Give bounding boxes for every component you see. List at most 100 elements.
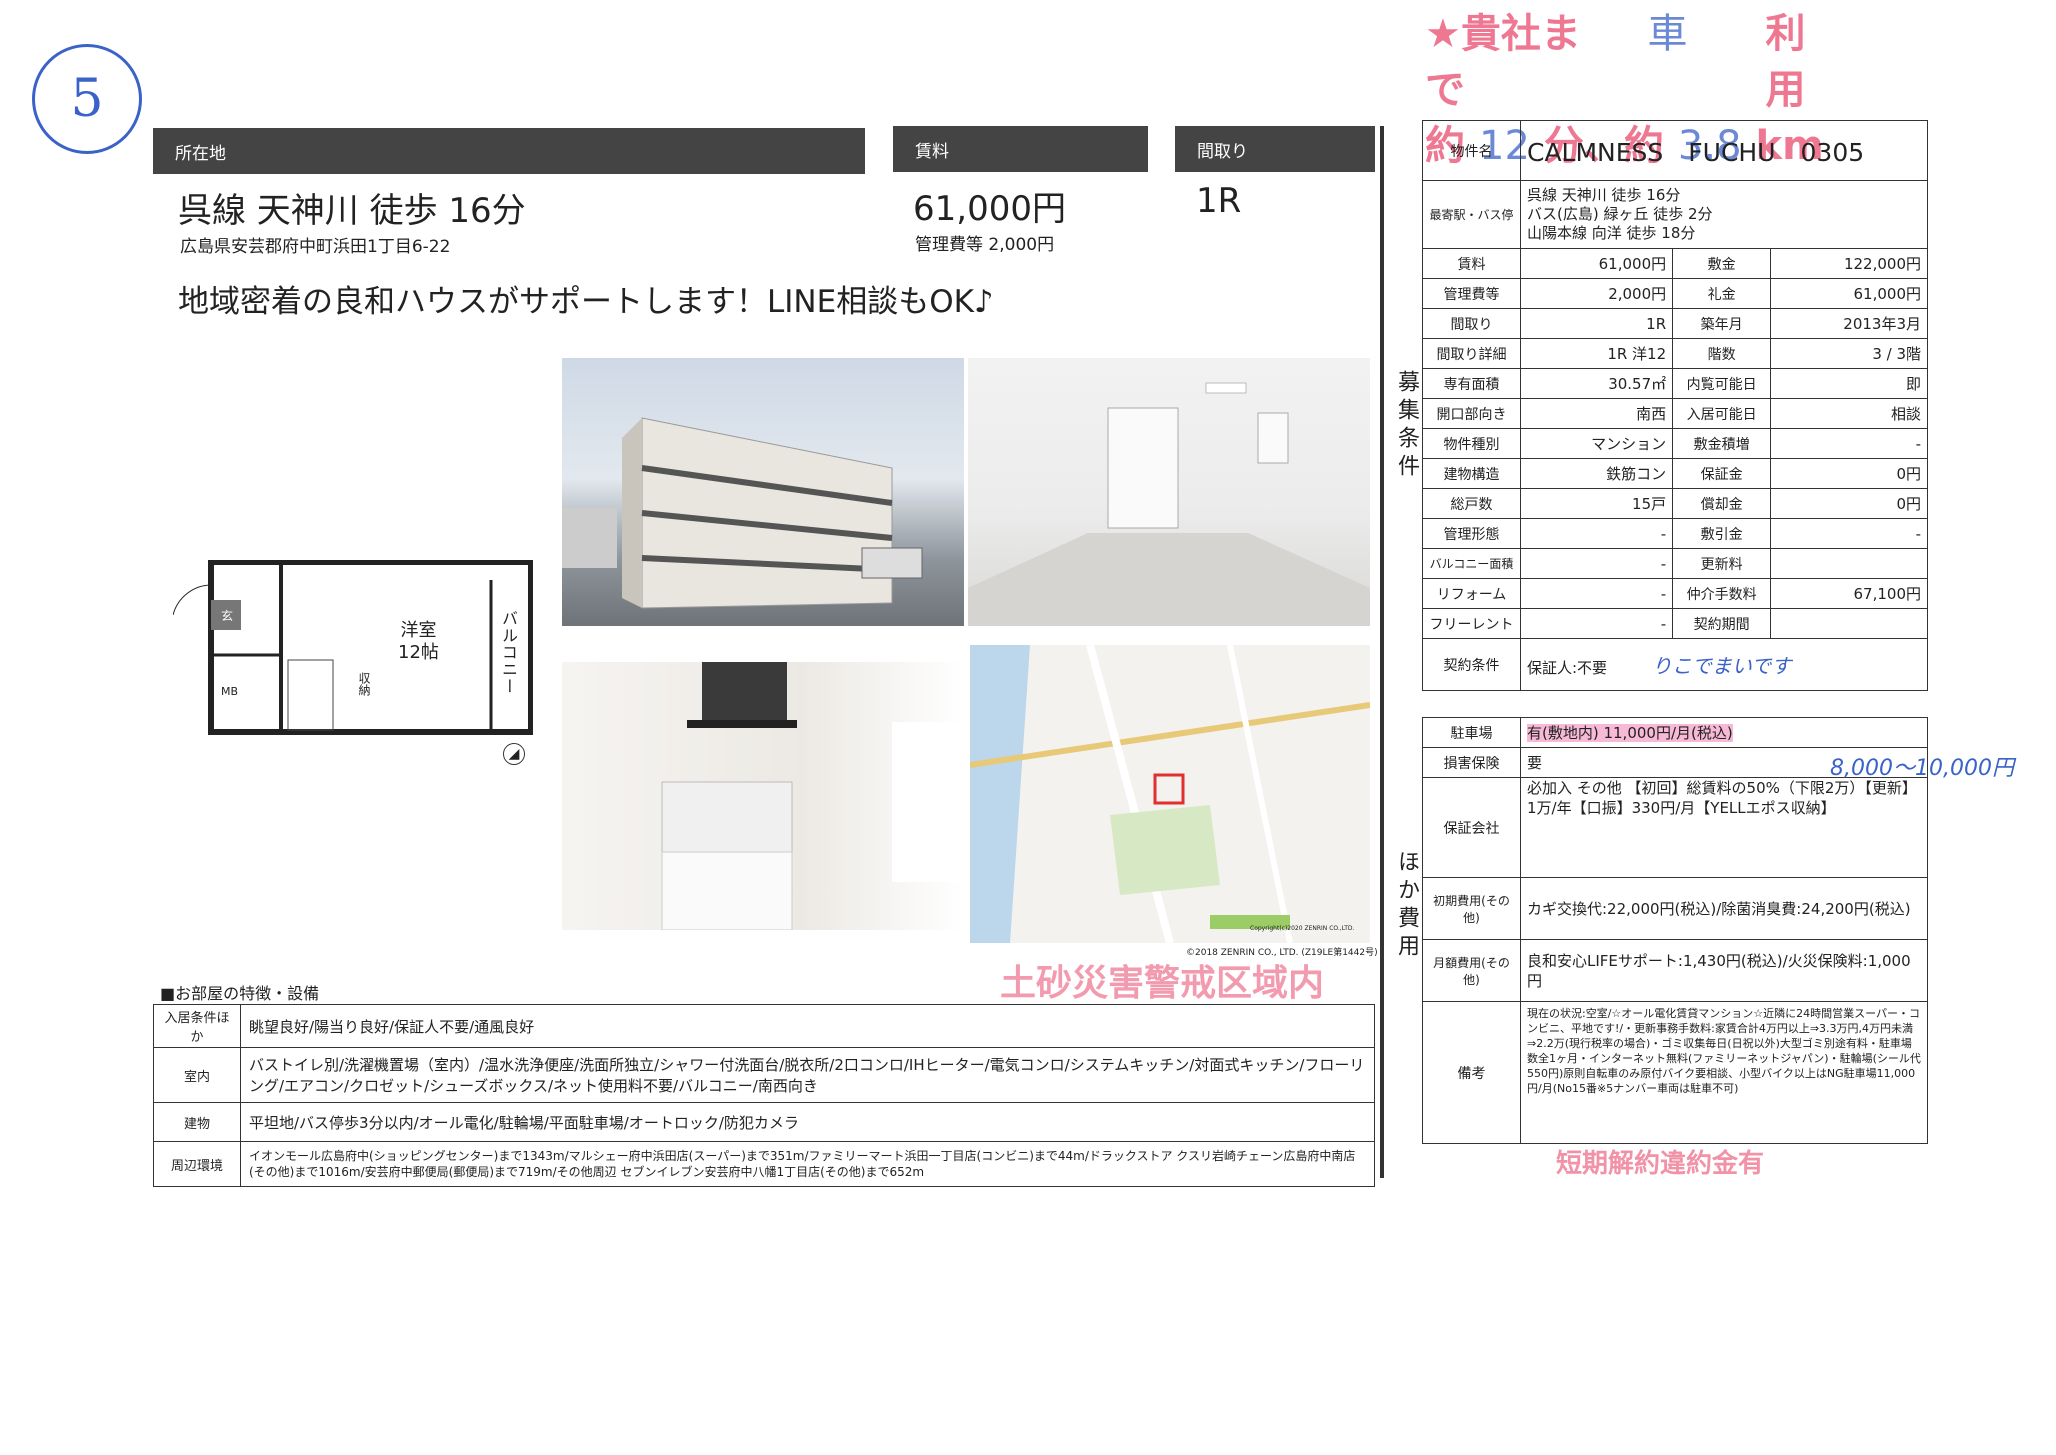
grid-label: 間取り	[1422, 308, 1521, 339]
circled-number: 5	[32, 44, 142, 154]
interior-illustration	[968, 382, 1370, 626]
mb-label: MB	[221, 685, 239, 698]
grid-label: 管理費等	[1422, 278, 1521, 309]
grid-value: 0円	[1770, 458, 1928, 489]
row-label: 契約条件	[1422, 638, 1521, 691]
section-divider	[1380, 126, 1384, 1178]
entrance-label: 玄	[221, 609, 234, 623]
table-row: 室内 バストイレ別/洗濯機置場（室内）/温水洗浄便座/洗面所独立/シャワー付洗面台…	[153, 1047, 1375, 1103]
grid-label: 間取り詳細	[1422, 338, 1521, 369]
grid-value: 30.57㎡	[1519, 368, 1674, 399]
row-label: 初期費用(その他)	[1422, 877, 1521, 940]
grid-value: 0円	[1770, 488, 1928, 519]
feature-value: イオンモール広島府中(ショッピングセンター)まで1343m/マルシェー府中浜田店…	[240, 1141, 1375, 1187]
grid-value: -	[1519, 578, 1674, 609]
area-map: Copyright(c)2020 ZENRIN CO.,LTD.	[970, 645, 1370, 943]
table-row: 管理費等 2,000円 礼金 61,000円	[1422, 278, 1928, 309]
initial-value: カギ交換代:22,000円(税込)/除菌消臭費:24,200円(税込)	[1520, 877, 1928, 940]
grid-label: 開口部向き	[1422, 398, 1521, 429]
north-arrow-icon: ◢	[503, 743, 525, 765]
table-row: 初期費用(その他) カギ交換代:22,000円(税込)/除菌消臭費:24,200…	[1422, 877, 1928, 940]
access-text: 呉線 天神川 徒歩 16分	[178, 191, 526, 231]
room-name: 洋室	[400, 620, 437, 641]
grid-label: リフォーム	[1422, 578, 1521, 609]
row-label: 最寄駅・バス停	[1422, 180, 1521, 249]
stamp-text: ★貴社まで	[1425, 11, 1581, 113]
table-row: フリーレント - 契約期間	[1422, 608, 1928, 639]
grid-label: 内覧可能日	[1672, 368, 1772, 399]
disaster-stamp: 土砂災害警戒区域内	[1000, 963, 1325, 1004]
grid-value: 1R	[1519, 308, 1674, 339]
other-costs-label: ほか費用	[1394, 850, 1419, 962]
features-heading: ■お部屋の特徴・設備	[160, 984, 320, 1003]
table-row: 入居条件ほか 眺望良好/陽当り良好/保証人不要/通風良好	[153, 1004, 1375, 1048]
grid-value: -	[1519, 548, 1674, 579]
guarantor-value: 必加入 その他 【初回】総賃料の50%（下限2万）【更新】1万/年【口振】330…	[1520, 777, 1928, 878]
map-illustration	[970, 645, 1370, 943]
location-header: 所在地	[153, 128, 865, 174]
table-row: 契約条件 保証人:不要 りこでまいです	[1422, 638, 1928, 691]
grid-label: 管理形態	[1422, 518, 1521, 549]
layout-label: 間取り	[1197, 141, 1248, 162]
grid-value: 3 / 3階	[1770, 338, 1928, 369]
features-table: 入居条件ほか 眺望良好/陽当り良好/保証人不要/通風良好 室内 バストイレ別/洗濯機…	[153, 1004, 1375, 1187]
recruit-conditions-label: 募集条件	[1394, 370, 1419, 482]
grid-value: 67,100円	[1770, 578, 1928, 609]
grid-label: 契約期間	[1672, 608, 1772, 639]
grid-label: 築年月	[1672, 308, 1772, 339]
grid-label: 敷引金	[1672, 518, 1772, 549]
feature-label: 建物	[153, 1102, 241, 1142]
table-row: 備考 現在の状況:空室/☆オール電化賃貸マンション☆近隣に24時間営業スーパー・…	[1422, 1001, 1928, 1144]
row-label: 損害保険	[1422, 747, 1521, 778]
table-row: 最寄駅・バス停 呉線 天神川 徒歩 16分 バス(広島) 緑ヶ丘 徒歩 2分 山…	[1422, 180, 1928, 249]
address-text: 広島県安芸郡府中町浜田1丁目6-22	[180, 237, 451, 257]
monthly-value: 良和安心LIFEサポート:1,430円(税込)/火災保険料:1,000円	[1520, 939, 1928, 1002]
grid-label: 更新料	[1672, 548, 1772, 579]
circled-number-text: 5	[70, 69, 104, 129]
table-row: 建物 平坦地/バス停歩3分以内/オール電化/駐輪場/平面駐車場/オートロック/防犯…	[153, 1102, 1375, 1142]
table-row: 周辺環境 イオンモール広島府中(ショッピングセンター)まで1343m/マルシェー府…	[153, 1141, 1375, 1187]
table-row: 間取り 1R 築年月 2013年3月	[1422, 308, 1928, 339]
contract-value: 保証人:不要	[1527, 659, 1608, 677]
grid-label: 敷金	[1672, 248, 1772, 279]
table-row: 建物構造 鉄筋コン 保証金 0円	[1422, 458, 1928, 489]
table-row: 開口部向き 南西 入居可能日 相談	[1422, 398, 1928, 429]
table-row: 物件名 CALMNESS FUCHU 0305	[1422, 120, 1928, 181]
grid-label: 償却金	[1672, 488, 1772, 519]
grid-label: 物件種別	[1422, 428, 1521, 459]
floorplan: 洋室 12帖 バルコニー 玄 MB 収納	[172, 559, 534, 735]
row-label: 月額費用(その他)	[1422, 939, 1521, 1002]
grid-value	[1770, 608, 1928, 639]
grid-value: -	[1770, 428, 1928, 459]
location-label: 所在地	[175, 143, 226, 164]
stamp-hand-text: 車	[1647, 11, 1688, 57]
grid-label: 仲介手数料	[1672, 578, 1772, 609]
table-row: 保証会社 必加入 その他 【初回】総賃料の50%（下限2万）【更新】1万/年【口…	[1422, 777, 1928, 878]
grid-label: 礼金	[1672, 278, 1772, 309]
table-row: 賃料 61,000円 敷金 122,000円	[1422, 248, 1928, 279]
row-label: 保証会社	[1422, 777, 1521, 878]
room-size: 12帖	[398, 642, 439, 663]
conditions-table: 物件名 CALMNESS FUCHU 0305 最寄駅・バス停 呉線 天神川 徒…	[1422, 120, 1928, 691]
table-row: リフォーム - 仲介手数料 67,100円	[1422, 578, 1928, 609]
feature-value: バストイレ別/洗濯機置場（室内）/温水洗浄便座/洗面所独立/シャワー付洗面台/脱…	[240, 1047, 1375, 1103]
room-label: 洋室 12帖	[398, 620, 439, 664]
feature-label: 室内	[153, 1047, 241, 1103]
grid-label: 建物構造	[1422, 458, 1521, 489]
grid-label: 賃料	[1422, 248, 1521, 279]
table-row: 間取り詳細 1R 洋12 階数 3 / 3階	[1422, 338, 1928, 369]
catchphrase: 地域密着の良和ハウスがサポートします！LINE相談もOK♪	[178, 284, 994, 320]
station-line: 山陽本線 向洋 徒歩 18分	[1527, 224, 1696, 242]
handwritten-note: りこでまいです	[1651, 654, 1792, 678]
remarks-value: 現在の状況:空室/☆オール電化賃貸マンション☆近隣に24時間営業スーパー・コンビ…	[1520, 1001, 1928, 1144]
grid-value	[1770, 548, 1928, 579]
grid-label: フリーレント	[1422, 608, 1521, 639]
table-row: 総戸数 15戸 償却金 0円	[1422, 488, 1928, 519]
grid-value: -	[1519, 518, 1674, 549]
feature-label: 入居条件ほか	[153, 1004, 241, 1048]
grid-label: バルコニー面積	[1422, 548, 1521, 579]
feature-label: 周辺環境	[153, 1141, 241, 1187]
stamp-text: 利用	[1765, 11, 1806, 113]
grid-value: -	[1519, 608, 1674, 639]
storage-label: 収納	[357, 672, 371, 696]
